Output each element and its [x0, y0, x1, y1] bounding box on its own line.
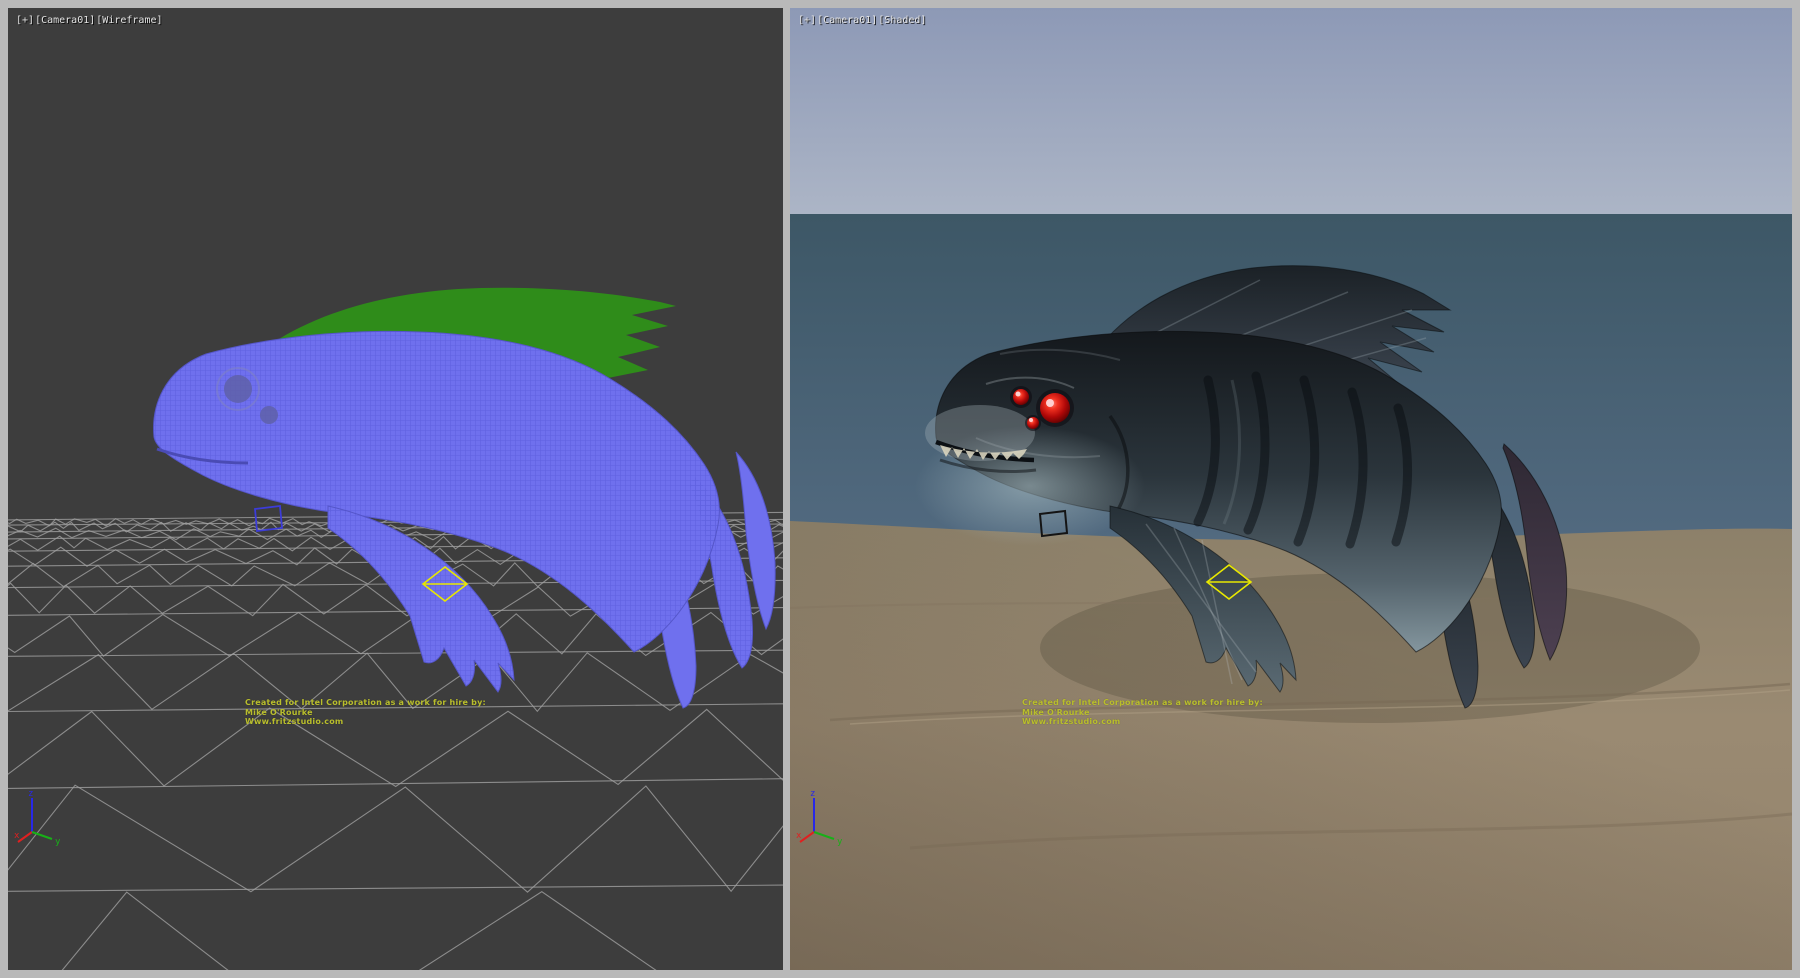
viewport-menu-pov[interactable]: [Camera01] — [35, 15, 95, 26]
axis-x-line — [18, 832, 32, 842]
axis-x-line — [800, 832, 814, 842]
watermark-line-2: Mike O'Rourke — [1022, 708, 1263, 718]
axis-y-label: y — [55, 837, 61, 846]
viewport-menu-general[interactable]: [+] — [798, 15, 816, 26]
fish-eye-spot-small — [260, 406, 278, 424]
viewport-menu-pov[interactable]: [Camera01] — [817, 15, 877, 26]
watermark-line-3: Www.fritzstudio.com — [245, 717, 486, 727]
watermark-line-3: Www.fritzstudio.com — [1022, 717, 1263, 727]
axis-z-label: z — [810, 789, 815, 799]
fish-eye-small — [1027, 417, 1039, 429]
watermark-text: Created for Intel Corporation as a work … — [1022, 698, 1263, 727]
axis-x-label: x — [796, 831, 802, 841]
axis-z-label: z — [28, 789, 33, 799]
fish-eye-medium — [1013, 389, 1029, 405]
world-axis-tripod: z x y — [796, 786, 850, 846]
viewport-label-left: [+][Camera01][Wireframe] — [16, 15, 164, 26]
axis-y-line — [814, 832, 834, 839]
fish-eye-large — [1040, 393, 1070, 423]
sky-background — [790, 8, 1792, 214]
viewport-menu-shading[interactable]: [Shaded] — [878, 15, 926, 26]
wireframe-scene-canvas[interactable] — [8, 8, 783, 970]
watermark-line-2: Mike O'Rourke — [245, 708, 486, 718]
axis-y-label: y — [837, 837, 843, 846]
axis-y-line — [32, 832, 52, 839]
watermark-line-1: Created for Intel Corporation as a work … — [1022, 698, 1263, 708]
viewport-menu-shading[interactable]: [Wireframe] — [96, 15, 162, 26]
viewport-menu-general[interactable]: [+] — [16, 15, 34, 26]
axis-x-label: x — [14, 831, 20, 841]
watermark-text: Created for Intel Corporation as a work … — [245, 698, 486, 727]
fish-eye-spot-large — [224, 375, 252, 403]
viewport-wireframe[interactable]: [+][Camera01][Wireframe] Created for Int… — [8, 8, 783, 970]
app-frame: [+][Camera01][Wireframe] Created for Int… — [0, 0, 1800, 978]
watermark-line-1: Created for Intel Corporation as a work … — [245, 698, 486, 708]
viewport-shaded[interactable]: [+][Camera01][Shaded] Created for Intel … — [790, 8, 1792, 970]
world-axis-tripod: z x y — [14, 786, 68, 846]
shaded-scene-canvas[interactable] — [790, 8, 1792, 970]
viewport-label-right: [+][Camera01][Shaded] — [798, 15, 927, 26]
